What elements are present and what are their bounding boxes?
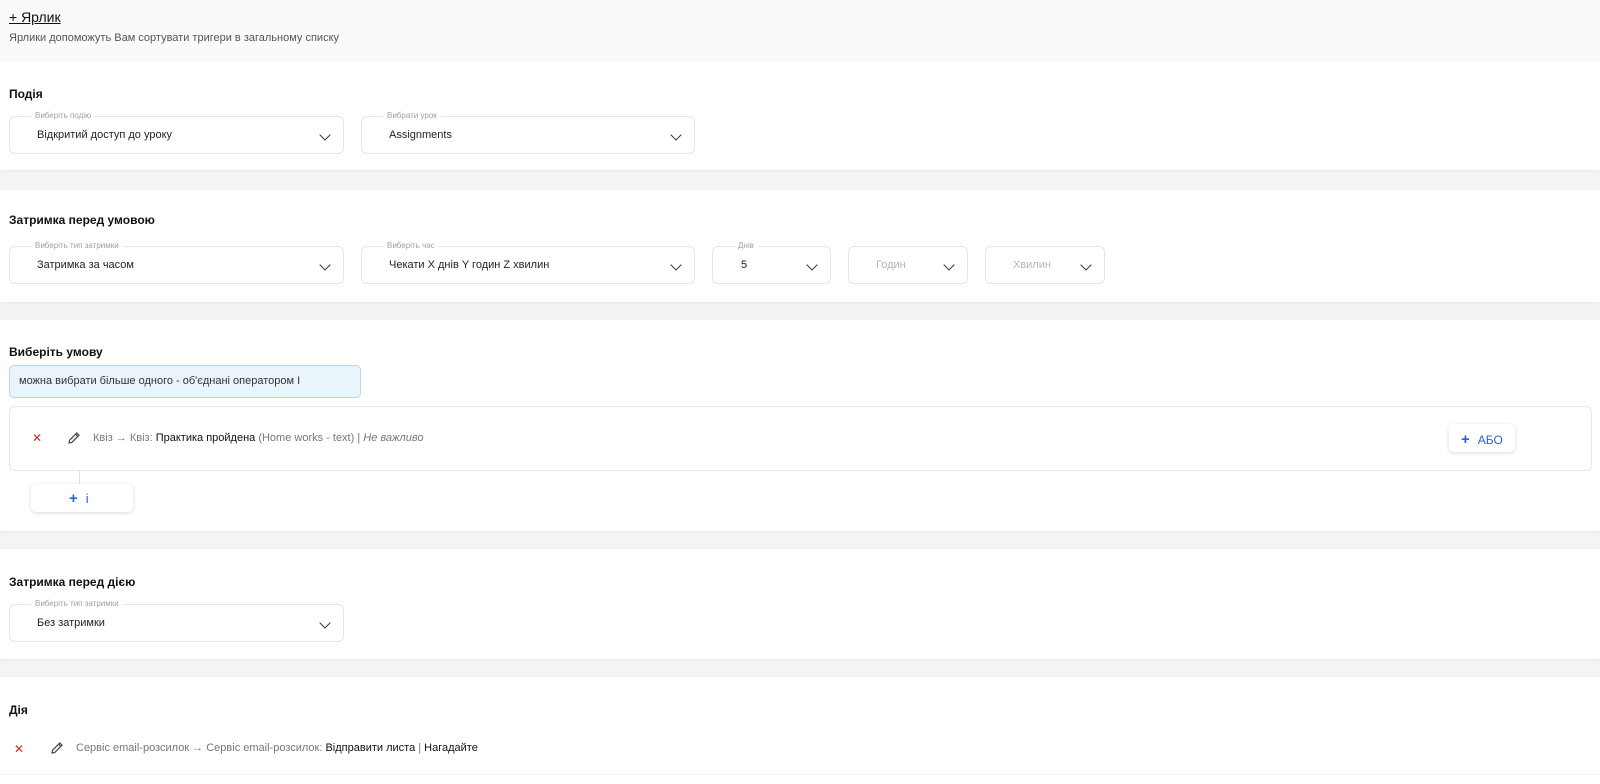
condition-title: Виберіть умову [9,345,103,359]
delay-time-select[interactable]: Виберіть час Чекати X днів Y годин Z хви… [361,240,695,284]
hours-placeholder: Годин [876,259,906,271]
delay-type-select[interactable]: Виберіть тип затримки Затримка за часом [9,240,344,284]
delay-type-legend: Виберіть тип затримки [31,240,123,251]
chevron-down-icon [670,259,682,271]
event-select-legend: Виберіть подію [31,110,96,121]
delay-time-value: Чекати X днів Y годин Z хвилин [389,259,550,271]
chevron-down-icon [806,259,818,271]
labels-hint: Ярлики допоможуть Вам сортувати тригери … [9,32,339,44]
chevron-down-icon [943,259,955,271]
chevron-down-icon [1080,259,1092,271]
condition-hint: можна вибрати більше одного - об'єднані … [9,365,361,398]
hours-select[interactable]: Годин [848,246,968,284]
condition-group: ✕ Квіз → Квіз: Практика пройдена (Home w… [9,406,1592,471]
action-row-prefix: Сервіс email-розсилок → Сервіс email-роз… [76,742,326,754]
connector-line [79,471,80,484]
condition-row-middle: (Home works - text) | [255,432,364,444]
minutes-select[interactable]: Хвилин [985,246,1105,284]
event-select[interactable]: Виберіть подію Відкритий доступ до уроку [9,110,344,154]
condition-row-name: Практика пройдена [155,432,256,444]
close-icon[interactable]: ✕ [32,431,42,445]
action-row-name: Відправити листа [325,742,416,754]
delay-time-legend: Виберіть час [383,240,439,251]
delay-action-type-value: Без затримки [37,617,105,629]
add-or-button[interactable]: + АБО [1449,424,1515,452]
lesson-select-value: Assignments [389,129,452,141]
delay-condition-section: Затримка перед умовою Виберіть тип затри… [0,190,1600,302]
condition-row-text: Квіз → Квіз: Практика пройдена (Home wor… [93,432,424,444]
action-section: Дія ✕ Сервіс email-розсилок → Сервіс ema… [0,677,1600,784]
add-or-label: АБО [1477,433,1503,447]
action-title: Дія [9,703,28,717]
action-row-sep: | [415,742,425,754]
close-icon[interactable]: ✕ [14,742,24,756]
add-and-label: і [85,491,89,506]
chevron-down-icon [319,617,331,629]
days-select[interactable]: Днів 5 [712,240,831,284]
lesson-select[interactable]: Вибрати урок Assignments [361,110,695,154]
chevron-down-icon [319,259,331,271]
action-row-text: Сервіс email-розсилок → Сервіс email-роз… [76,742,478,754]
pencil-icon[interactable] [66,430,82,446]
action-row-template: Нагадайте [424,742,478,754]
event-select-value: Відкритий доступ до уроку [37,129,173,141]
add-and-button[interactable]: + і [31,484,133,512]
delay-action-type-select[interactable]: Виберіть тип затримки Без затримки [9,598,344,642]
add-label-link[interactable]: + Ярлик [9,9,61,25]
condition-row-prefix: Квіз → Квіз: [93,432,156,444]
delay-action-type-legend: Виберіть тип затримки [31,598,123,609]
lesson-select-legend: Вибрати урок [383,110,441,121]
condition-row-italic: Не важливо [363,432,424,444]
days-legend: Днів [734,240,758,251]
minutes-placeholder: Хвилин [1013,259,1051,271]
delay-action-section: Затримка перед дією Виберіть тип затримк… [0,549,1600,659]
condition-section: Виберіть умову можна вибрати більше одно… [0,320,1600,531]
delay-condition-title: Затримка перед умовою [9,213,155,227]
chevron-down-icon [319,129,331,141]
event-section: Подія Виберіть подію Відкритий доступ до… [0,62,1600,170]
labels-section: + Ярлик Ярлики допоможуть Вам сортувати … [0,0,1600,62]
plus-icon: + [1461,431,1470,448]
chevron-down-icon [670,129,682,141]
pencil-icon[interactable] [49,740,65,756]
event-title: Подія [9,87,43,101]
plus-icon: + [69,490,78,507]
action-divider [0,774,1600,775]
delay-action-title: Затримка перед дією [9,575,136,589]
days-value: 5 [741,259,748,271]
delay-type-value: Затримка за часом [37,259,134,271]
